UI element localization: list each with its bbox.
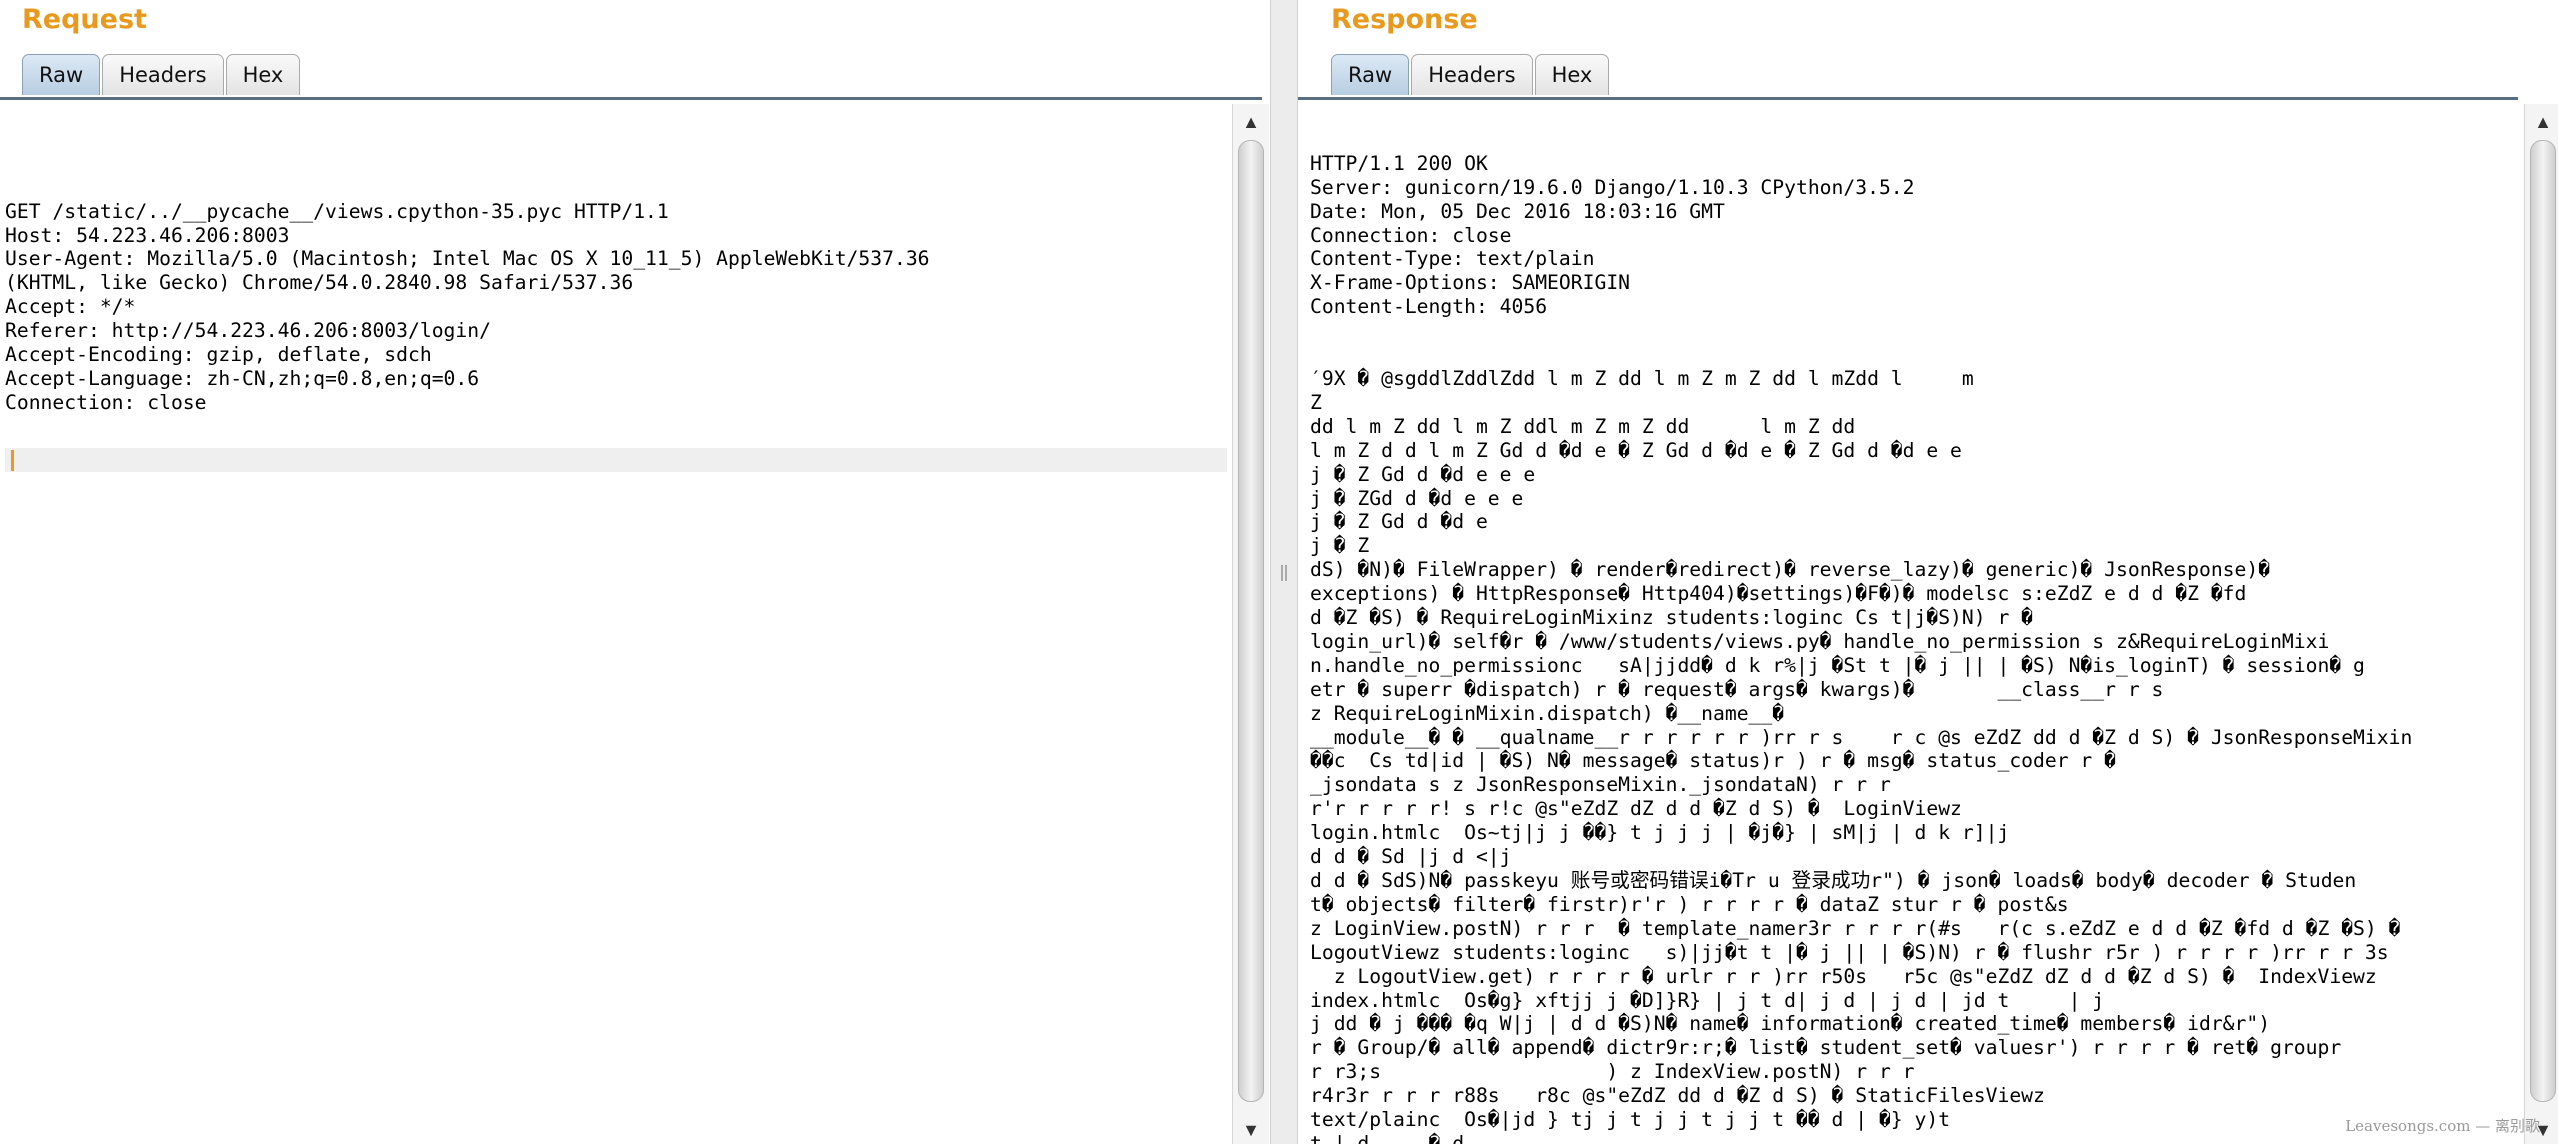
request-text-caret	[11, 450, 14, 471]
response-tab-headers[interactable]: Headers	[1411, 54, 1533, 95]
request-scroll-thumb[interactable]	[1238, 140, 1264, 1102]
scroll-up-arrow-icon[interactable]: ▲	[1233, 110, 1269, 134]
divider-grip-icon[interactable]	[1281, 565, 1287, 581]
split-pane-divider[interactable]	[1270, 0, 1298, 1144]
watermark: Leavesongs.com — 离别歌	[2345, 1117, 2540, 1135]
request-tab-headers[interactable]: Headers	[102, 54, 224, 95]
response-tabs: Raw Headers Hex	[1331, 54, 1611, 98]
request-raw-text: GET /static/../__pycache__/views.cpython…	[5, 199, 930, 414]
response-scrollbar[interactable]: ▲ ▼	[2524, 104, 2558, 1144]
request-tabs: Raw Headers Hex	[22, 54, 302, 98]
response-raw-text: HTTP/1.1 200 OK Server: gunicorn/19.6.0 …	[1310, 151, 2413, 1144]
response-title: Response	[1331, 4, 1478, 35]
request-tab-raw[interactable]: Raw	[22, 54, 101, 95]
request-title: Request	[22, 4, 147, 35]
request-current-line-highlight	[5, 448, 1227, 472]
response-pane: Response Raw Headers Hex HTTP/1.1 200 OK…	[1298, 0, 2558, 1144]
request-tab-divider	[0, 97, 1262, 100]
request-pane: Request Raw Headers Hex GET /static/../_…	[0, 0, 1270, 1144]
response-tab-raw[interactable]: Raw	[1331, 54, 1410, 95]
scroll-down-arrow-icon[interactable]: ▼	[1233, 1118, 1269, 1142]
response-tab-divider	[1298, 97, 2518, 100]
request-tab-hex[interactable]: Hex	[225, 54, 301, 95]
request-editor[interactable]: GET /static/../__pycache__/views.cpython…	[5, 104, 1227, 1144]
response-tab-hex[interactable]: Hex	[1534, 54, 1610, 95]
request-scrollbar[interactable]: ▲ ▼	[1232, 104, 1269, 1144]
scroll-up-arrow-icon[interactable]: ▲	[2525, 110, 2558, 134]
response-scroll-thumb[interactable]	[2530, 140, 2556, 1102]
response-editor[interactable]: HTTP/1.1 200 OK Server: gunicorn/19.6.0 …	[1310, 104, 2525, 1144]
